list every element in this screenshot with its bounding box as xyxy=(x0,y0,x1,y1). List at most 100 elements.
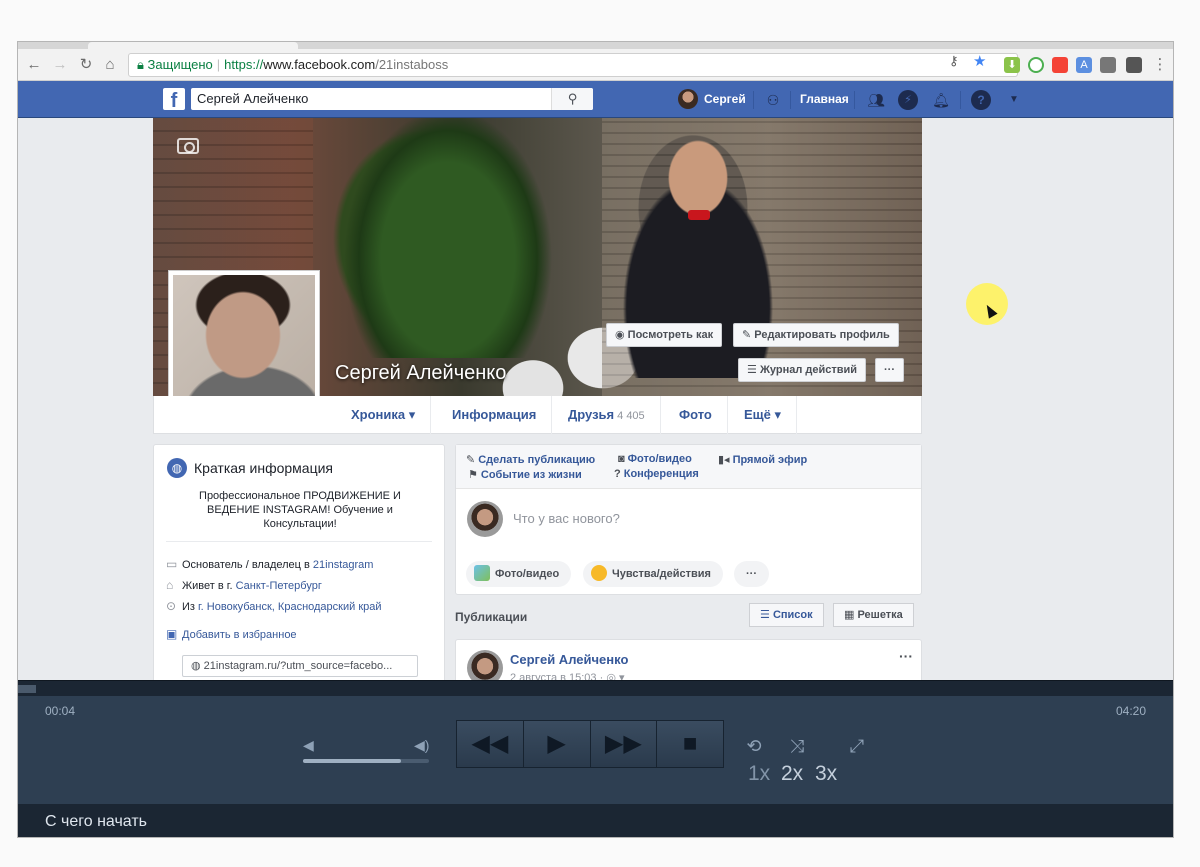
pencil-icon: ✎ xyxy=(742,329,752,341)
url-host: www.facebook.com xyxy=(263,57,376,72)
menu-kebab-icon[interactable]: ⋮ xyxy=(1150,55,1170,75)
browser-toolbar: ← → ↻ ⌂ 🔒︎ Защищено | https://www.facebook… xyxy=(18,49,1173,81)
avatar[interactable] xyxy=(678,89,698,109)
photo-video-pill[interactable]: Фото/видео xyxy=(466,561,572,587)
list-view-button[interactable]: ☰ Список xyxy=(749,603,824,627)
progress-fill xyxy=(18,685,36,693)
list-view-label: Список xyxy=(772,609,813,621)
camera-small-icon: ◙ xyxy=(618,453,625,465)
facebook-logo-icon[interactable]: f xyxy=(163,88,185,110)
life-event-action[interactable]: ⚑ Событие из жизни xyxy=(468,468,582,481)
address-separator: | xyxy=(216,57,221,72)
download-extension-icon[interactable]: ⬇ xyxy=(1004,57,1020,73)
fast-forward-button[interactable]: ▶▶ xyxy=(590,721,658,767)
screenshot-extension-icon[interactable] xyxy=(1126,57,1142,73)
photo-video-pill-label: Фото/видео xyxy=(495,568,560,580)
composer-input[interactable]: Что у вас нового? xyxy=(513,511,620,526)
add-featured-link[interactable]: ▣ Добавить в избранное xyxy=(166,627,297,641)
tab-more[interactable]: Ещё ▾ xyxy=(729,396,798,434)
activity-log-label: Журнал действий xyxy=(759,364,858,376)
search-icon[interactable]: ⚲ xyxy=(551,88,593,110)
make-post-label: Сделать публикацию xyxy=(478,454,596,466)
intro-divider xyxy=(166,541,432,542)
tab-timeline[interactable]: Хроника ▾ xyxy=(336,396,432,434)
post-author[interactable]: Сергей Алейченко xyxy=(510,652,628,667)
repeat-icon[interactable]: ⟲ xyxy=(740,736,768,756)
notifications-bell-icon[interactable]: 🔔︎ xyxy=(931,90,951,110)
nav-home-link[interactable]: Главная xyxy=(800,92,849,106)
grid-view-label: Решетка xyxy=(857,609,903,621)
composer-more-button[interactable]: ··· xyxy=(734,561,769,587)
forward-arrow-icon[interactable]: → xyxy=(50,55,70,75)
conference-action[interactable]: ? Конференция xyxy=(614,468,699,480)
edit-profile-button[interactable]: ✎ Редактировать профиль xyxy=(733,323,899,347)
intro-work-link[interactable]: 21instagram xyxy=(313,559,374,571)
photo-video-action[interactable]: ◙ Фото/видео xyxy=(618,453,692,465)
intro-from-link[interactable]: г. Новокубанск, Краснодарский край xyxy=(198,601,382,613)
tab-friends[interactable]: Друзья 4 405 xyxy=(553,396,661,434)
flag-icon: ⚑ xyxy=(468,469,478,481)
speed-1x-button[interactable]: 1x xyxy=(748,762,770,786)
home-icon[interactable]: ⌂ xyxy=(100,55,120,75)
lock-icon: 🔒︎ xyxy=(137,57,144,72)
profile-tabs: Хроника ▾ Информация Друзья 4 405 Фото Ещ… xyxy=(153,396,922,434)
make-post-action[interactable]: ✎ Сделать публикацию xyxy=(466,453,595,466)
nav-profile-link[interactable]: Сергей xyxy=(704,92,746,106)
play-button[interactable]: ▶ xyxy=(523,721,591,767)
reload-icon[interactable]: ↻ xyxy=(76,55,96,75)
help-question-icon[interactable]: ? xyxy=(971,90,991,110)
browser-tab[interactable] xyxy=(88,42,298,49)
star-bookmark-icon[interactable]: ★ xyxy=(973,52,986,70)
intro-work-row: ▭ Основатель / владелец в 21instagram xyxy=(166,557,373,571)
nav-divider xyxy=(854,91,855,109)
key-icon[interactable]: ⚷ xyxy=(949,53,959,69)
globe-icon: ◍ xyxy=(167,458,187,478)
view-as-button[interactable]: ◉ Посмотреть как xyxy=(606,323,723,347)
activity-log-button[interactable]: ☰ Журнал действий xyxy=(738,358,867,382)
globe-small-icon: ◍ xyxy=(191,660,201,672)
evernote-extension-icon[interactable] xyxy=(1100,57,1116,73)
website-link[interactable]: ◍ 21instagram.ru/?utm_source=facebo... xyxy=(182,655,418,677)
back-arrow-icon[interactable]: ← xyxy=(24,55,44,75)
volume-slider[interactable] xyxy=(303,759,429,763)
feeling-pill[interactable]: Чувства/действия xyxy=(583,561,723,587)
fullscreen-icon[interactable]: ⤢ xyxy=(843,736,871,756)
intro-lives-row: ⌂ Живет в г. Санкт-Петербург xyxy=(166,578,322,592)
live-label: Прямой эфир xyxy=(732,454,808,466)
speed-2x-button[interactable]: 2x xyxy=(781,762,803,786)
volume-high-icon[interactable]: ◀) xyxy=(414,737,429,754)
friend-requests-icon[interactable]: 👥︎ xyxy=(866,90,886,110)
account-dropdown-icon[interactable]: ▼ xyxy=(1004,90,1024,110)
rewind-button[interactable]: ◀◀ xyxy=(457,721,524,767)
volume-low-icon[interactable]: ◀ xyxy=(303,737,314,754)
shuffle-icon[interactable]: ⤨ xyxy=(783,736,811,756)
progress-bar[interactable] xyxy=(18,680,1173,696)
avatar xyxy=(467,501,503,537)
facebook-header: f Сергей Алейченко ⚲ Сергей ⚇ Главная 👥︎… xyxy=(18,81,1173,118)
messenger-icon[interactable]: ⚡ xyxy=(898,90,918,110)
tab-photos[interactable]: Фото xyxy=(664,396,728,434)
pencil-icon: ✎ xyxy=(466,454,476,466)
tab-about[interactable]: Информация xyxy=(437,396,553,434)
green-circle-extension-icon[interactable] xyxy=(1028,57,1044,73)
profile-name[interactable]: Сергей Алейченко xyxy=(335,362,506,385)
translate-extension-icon[interactable]: A xyxy=(1076,57,1092,73)
secure-label: Защищено xyxy=(147,57,213,72)
speed-3x-button[interactable]: 3x xyxy=(815,762,837,786)
post-more-button[interactable]: ··· xyxy=(899,648,913,664)
flag-extension-icon[interactable] xyxy=(1052,57,1068,73)
briefcase-icon: ▭ xyxy=(166,557,178,571)
question-icon: ? xyxy=(614,468,621,480)
house-icon: ⌂ xyxy=(166,578,174,592)
cover-more-button[interactable]: ··· xyxy=(875,358,904,382)
intro-lives-link[interactable]: Санкт-Петербург xyxy=(236,580,322,592)
video-player: 00:04 04:20 ◀ ◀) ◀◀ ▶ ▶▶ ■ ⟲ ⤨ ⤢ 1x 2x 3… xyxy=(18,680,1173,837)
live-action[interactable]: ▮◂ Прямой эфир xyxy=(718,453,807,466)
address-bar[interactable]: 🔒︎ Защищено | https://www.facebook.com/21i… xyxy=(128,53,1018,77)
camera-icon[interactable] xyxy=(177,138,199,154)
stop-button[interactable]: ■ xyxy=(657,721,723,767)
grid-view-button[interactable]: ▦ Решетка xyxy=(833,603,914,627)
find-friends-icon[interactable]: ⚇ xyxy=(763,90,783,110)
search-input[interactable]: Сергей Алейченко xyxy=(191,88,593,110)
volume-fill xyxy=(303,759,402,763)
